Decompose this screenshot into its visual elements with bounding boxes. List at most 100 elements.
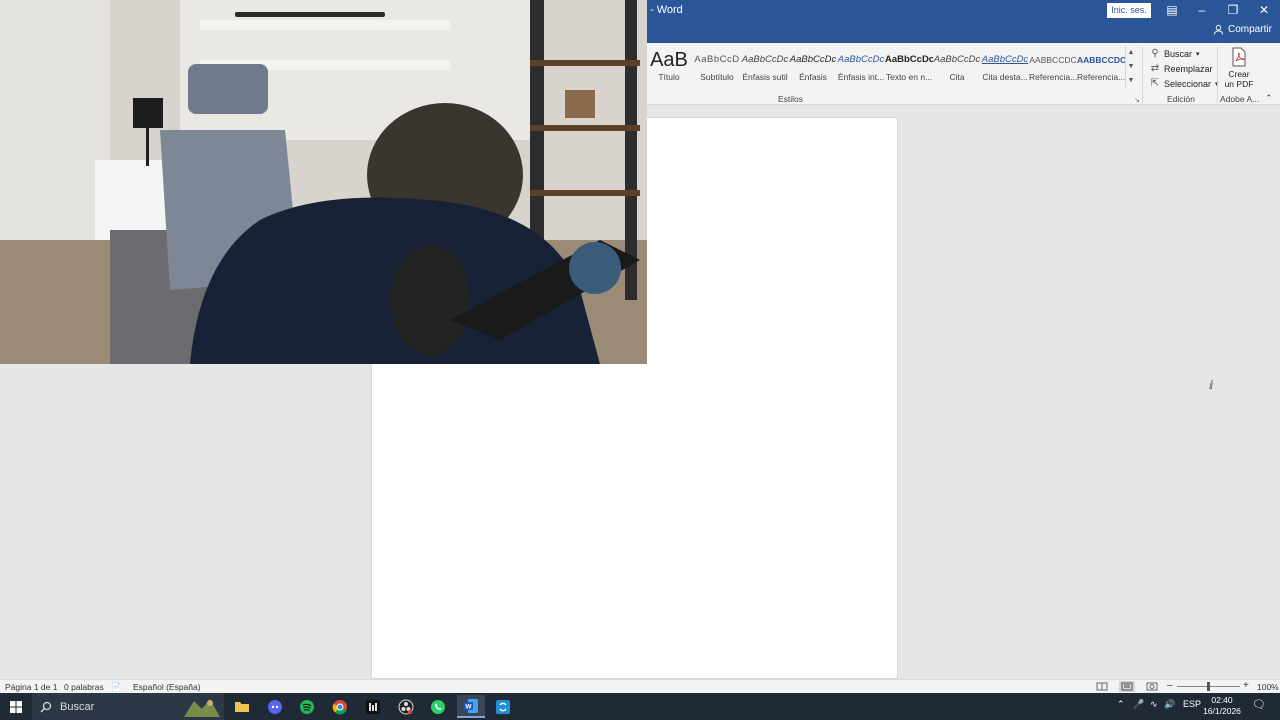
style-preview: AaB	[650, 49, 688, 71]
replace-icon: ⇄	[1150, 63, 1160, 74]
window-title: - Word	[650, 4, 683, 16]
tray-overflow-icon[interactable]: ⌃	[1117, 699, 1125, 710]
style-enfasis[interactable]: AaBbCcDc Énfasis	[789, 46, 837, 88]
word-count[interactable]: 0 palabras	[64, 682, 104, 692]
find-button[interactable]: ⚲ Buscar ▾	[1150, 46, 1200, 61]
sign-in-button[interactable]: Inic. ses.	[1107, 3, 1151, 18]
style-referencia-sutil[interactable]: AABBCCDC Referencia...	[1029, 46, 1077, 88]
style-preview: AaBbCcDc	[885, 54, 933, 65]
collapse-ribbon-icon[interactable]: ⌃	[1265, 93, 1273, 104]
select-button[interactable]: ⇱ Seleccionar ▾	[1150, 76, 1219, 91]
network-icon[interactable]: ∿	[1150, 699, 1158, 710]
styles-dialog-launcher-icon[interactable]: ↘	[1134, 96, 1140, 104]
replace-button[interactable]: ⇄ Reemplazar	[1150, 61, 1213, 76]
search-highlight-icon	[184, 698, 220, 717]
styles-group-label: Estilos	[778, 94, 804, 104]
webcam-scene	[0, 0, 647, 364]
style-label: Subtítulo	[700, 72, 734, 82]
replace-label: Reemplazar	[1164, 63, 1213, 74]
style-label: Cita	[949, 72, 965, 82]
style-preview: AaBbCcDc	[789, 54, 837, 65]
ribbon-display-options-icon[interactable]: ▤	[1157, 0, 1187, 21]
pointer-icon: ⇱	[1150, 78, 1160, 89]
style-cita-destacada[interactable]: AaBbCcDc Cita desta...	[981, 46, 1029, 88]
windows-start-icon[interactable]	[0, 693, 32, 720]
taskbar-search[interactable]: Buscar	[32, 693, 224, 720]
style-subtitulo[interactable]: AaBbCcD Subtítulo	[693, 46, 741, 88]
style-label: Referencia...	[1029, 72, 1077, 82]
close-button[interactable]: ✕	[1249, 0, 1279, 21]
style-preview: AaBbCcDc	[933, 54, 981, 65]
language-status[interactable]: Español (España)	[133, 682, 201, 692]
style-preview: AaBbCcDc	[741, 54, 789, 65]
pdf-icon	[1232, 47, 1246, 67]
search-icon	[40, 701, 52, 712]
file-explorer-icon[interactable]	[228, 695, 256, 718]
divider	[1142, 47, 1143, 103]
clock-time: 02:40	[1211, 695, 1233, 705]
style-cita[interactable]: AaBbCcDc Cita	[933, 46, 981, 88]
status-bar: Página 1 de 1 0 palabras 📄 Español (Espa…	[0, 679, 1280, 693]
discord-icon[interactable]	[261, 695, 289, 718]
person-icon	[1213, 24, 1224, 35]
gallery-more-icon[interactable]: ▼	[1126, 74, 1136, 88]
clock-date: 16/1/2026	[1203, 706, 1241, 716]
obs-icon[interactable]	[392, 695, 420, 718]
style-titulo[interactable]: AaB Título	[645, 46, 693, 88]
divider	[1217, 47, 1218, 103]
style-label: Énfasis sutil	[742, 72, 788, 82]
style-label: Énfasis int...	[837, 72, 885, 82]
style-enfasis-intenso[interactable]: AaBbCcDc Énfasis int...	[837, 46, 885, 88]
style-label: Título	[658, 72, 680, 82]
zoom-level[interactable]: 100%	[1257, 682, 1279, 692]
chevron-down-icon: ▾	[1196, 50, 1200, 58]
style-preview: AABBCCDC	[1077, 55, 1125, 65]
search-icon: ⚲	[1151, 48, 1159, 59]
edit-group-label: Edición	[1167, 94, 1195, 104]
adobe-group-label: Adobe A...	[1220, 94, 1260, 104]
style-referencia-intensa[interactable]: AABBCCDC Referencia...	[1077, 46, 1125, 88]
clock[interactable]: 02:40 16/1/2026	[1199, 695, 1245, 717]
print-layout-icon[interactable]	[1119, 681, 1135, 692]
read-mode-icon[interactable]	[1094, 681, 1110, 692]
search-placeholder: Buscar	[60, 700, 95, 713]
capcut-icon[interactable]	[359, 695, 387, 718]
style-preview: AABBCCDC	[1029, 55, 1077, 65]
app-sync-icon[interactable]	[489, 695, 517, 718]
style-label: Énfasis	[799, 72, 827, 82]
create-pdf-button[interactable]: Crear un PDF	[1222, 47, 1256, 89]
minimize-button[interactable]: –	[1187, 0, 1217, 21]
taskbar: Buscar W ⌃ 🎤 ∿ 🔊 ESP 02:40 16/1/2026 🗨	[0, 693, 1280, 720]
find-label: Buscar	[1164, 48, 1193, 59]
zoom-out-icon[interactable]: –	[1167, 680, 1173, 691]
spotify-icon[interactable]	[293, 695, 321, 718]
style-preview: AaBbCcDc	[837, 54, 885, 65]
web-layout-icon[interactable]	[1144, 681, 1160, 692]
gallery-down-icon[interactable]: ▼	[1126, 60, 1136, 74]
svg-text:W: W	[465, 703, 472, 710]
share-button[interactable]: Compartir	[1213, 24, 1272, 35]
text-cursor-icon: ⅈ	[1209, 378, 1214, 392]
notifications-icon[interactable]: 🗨	[1252, 698, 1266, 711]
proofing-icon[interactable]: 📄	[111, 682, 122, 693]
style-enfasis-sutil[interactable]: AaBbCcDc Énfasis sutil	[741, 46, 789, 88]
pdf-label-line2: un PDF	[1224, 79, 1254, 89]
restore-button[interactable]: ❐	[1218, 0, 1248, 21]
gallery-up-icon[interactable]: ▲	[1126, 46, 1136, 60]
select-label: Seleccionar	[1164, 78, 1212, 89]
zoom-in-icon[interactable]: +	[1243, 680, 1249, 691]
style-preview: AaBbCcDc	[981, 54, 1029, 65]
share-label: Compartir	[1228, 24, 1272, 35]
word-icon[interactable]: W	[457, 695, 485, 718]
zoom-slider-thumb[interactable]	[1207, 682, 1210, 691]
webcam-overlay	[0, 0, 647, 364]
page-count[interactable]: Página 1 de 1	[5, 682, 57, 692]
whatsapp-icon[interactable]	[424, 695, 452, 718]
style-texto-en-negrita[interactable]: AaBbCcDc Texto en n...	[885, 46, 933, 88]
volume-icon[interactable]: 🔊	[1164, 699, 1175, 710]
style-label: Cita desta...	[982, 72, 1028, 82]
style-label: Texto en n...	[885, 72, 933, 82]
style-preview: AaBbCcD	[694, 54, 740, 65]
chrome-icon[interactable]	[326, 695, 354, 718]
microphone-icon[interactable]: 🎤	[1133, 699, 1144, 710]
